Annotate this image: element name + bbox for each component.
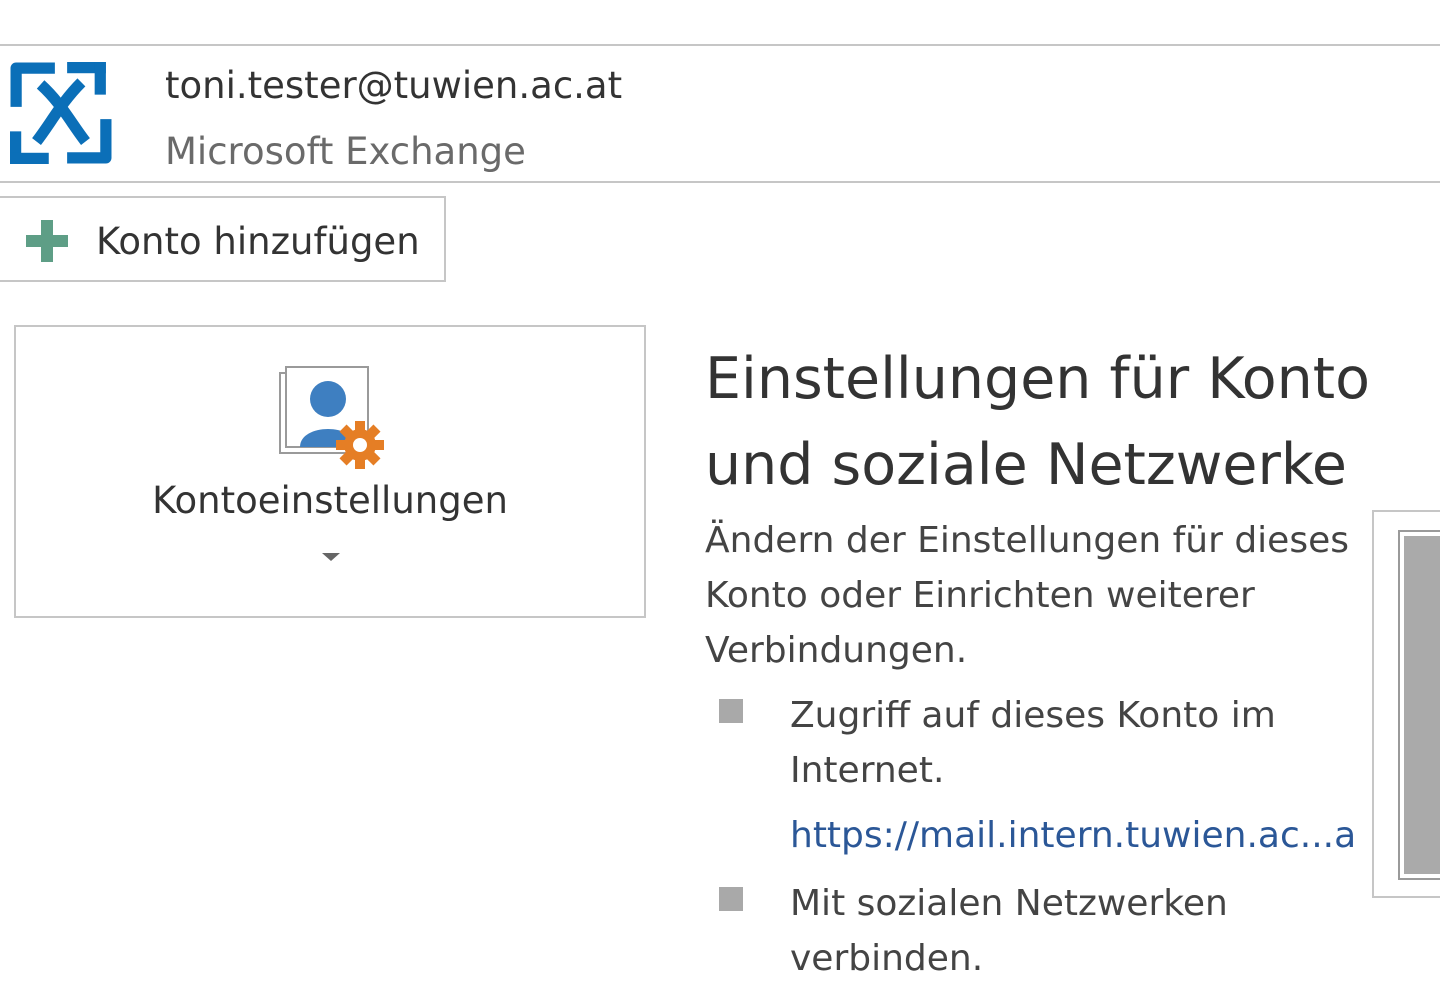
bullet-square-icon	[719, 887, 743, 911]
section-heading: Einstellungen für Konto und soziale Netz…	[705, 346, 1371, 498]
account-settings-label: Kontoeinstellungen	[152, 479, 508, 522]
exchange-logo-icon	[10, 62, 112, 164]
bullet-social-networks-text: Mit sozialen Netzwerken verbinden.	[790, 883, 1228, 979]
add-account-button[interactable]: Konto hinzufügen	[0, 196, 446, 282]
bullet-web-access-text: Zugriff auf dieses Konto im Internet.	[790, 695, 1276, 791]
dropdown-caret-icon	[322, 553, 340, 561]
web-access-link[interactable]: https://mail.intern.tuwien.ac...a	[790, 808, 1356, 863]
account-selector[interactable]: toni.tester@tuwien.ac.at Microsoft Excha…	[0, 46, 1440, 181]
section-description: Ändern der Einstellungen für dieses Kont…	[705, 520, 1349, 671]
account-settings-icon	[279, 366, 384, 469]
add-account-label: Konto hinzufügen	[96, 220, 420, 263]
account-divider	[0, 181, 1440, 183]
account-type: Microsoft Exchange	[165, 130, 526, 173]
plus-icon	[26, 220, 68, 262]
profile-picture	[1398, 530, 1440, 880]
bullet-square-icon	[719, 699, 743, 723]
profile-picture-frame[interactable]	[1372, 510, 1440, 898]
account-settings-button[interactable]: Kontoeinstellungen	[14, 325, 646, 618]
account-email: toni.tester@tuwien.ac.at	[165, 64, 623, 107]
